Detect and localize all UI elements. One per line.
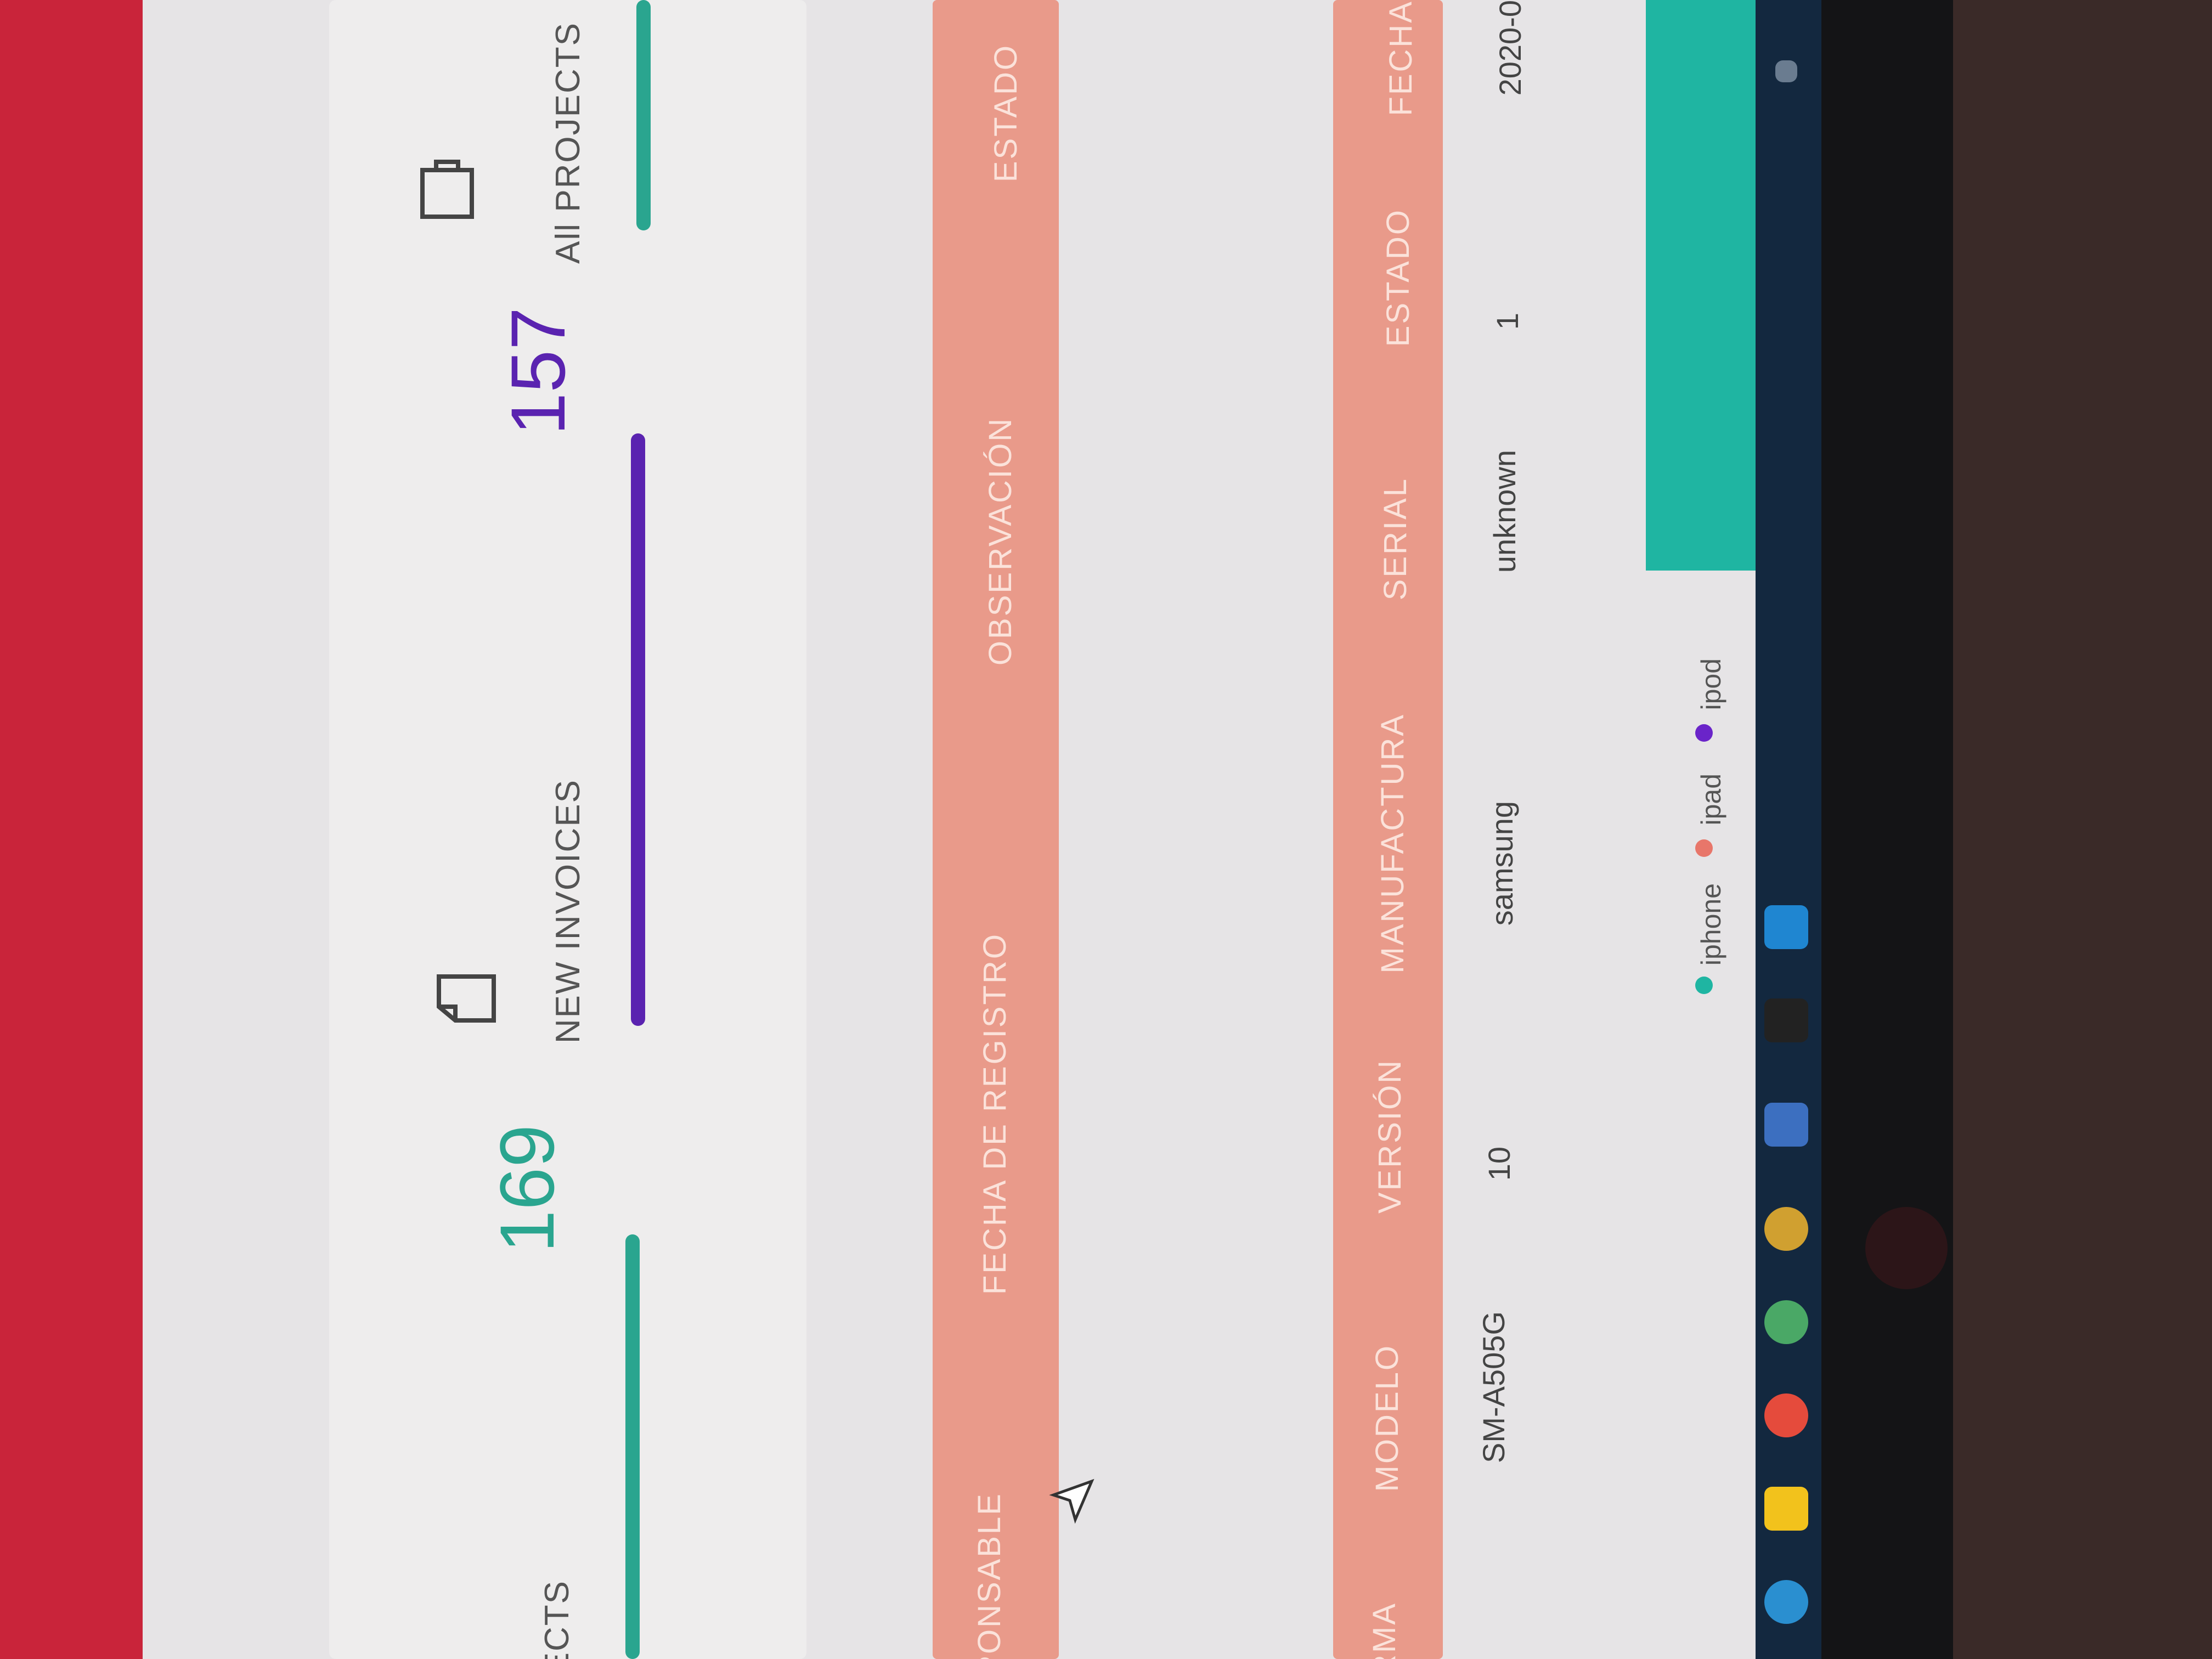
header-estado-2[interactable]: ESTADO (1380, 208, 1417, 347)
cell-manufactura: samsung (1485, 801, 1519, 926)
header-rma[interactable]: RMA (1366, 1602, 1403, 1659)
hp-logo (1865, 1207, 1948, 1289)
edge-icon[interactable] (1764, 1580, 1808, 1624)
card-label-all-projects: All PROJECTS (549, 22, 587, 264)
header-observacion[interactable]: OBSERVACIÓN (982, 417, 1019, 665)
desk-background (1953, 0, 2212, 1659)
card-value-157: 157 (495, 307, 581, 436)
cell-version: 10 (1482, 1147, 1516, 1181)
chrome-icon[interactable] (1764, 1393, 1808, 1437)
header-responsable[interactable]: SPONSABLE (971, 1492, 1008, 1659)
projects-progress-bar (625, 1234, 640, 1659)
header-estado[interactable]: ESTADO (988, 44, 1024, 182)
app-green-icon[interactable] (1764, 1300, 1808, 1344)
system-tray-chevron-icon[interactable] (1775, 60, 1797, 82)
header-fecha-registro[interactable]: FECHA DE REGISTRO (977, 933, 1013, 1295)
header-fecha[interactable]: FECHA (1383, 0, 1419, 116)
card-label-projects-partial: ECTS (538, 1580, 576, 1659)
background-red-wall (0, 0, 148, 1659)
header-manufactura[interactable]: MANUFACTURA (1374, 713, 1411, 973)
cell-fecha: 2020-0 (1493, 0, 1527, 96)
all-projects-progress-bar (636, 0, 651, 230)
top-table-header (933, 0, 1059, 1659)
document-icon (433, 971, 499, 1029)
card-value-169: 169 (484, 1125, 570, 1253)
cell-estado: 1 (1490, 313, 1525, 330)
sticky-notes-icon[interactable] (1764, 1487, 1808, 1531)
header-serial[interactable]: SERIAL (1377, 477, 1414, 600)
legend-iphone[interactable]: iphone (1695, 883, 1727, 966)
invoices-progress-bar (631, 433, 645, 1026)
legend-dot-ipod (1695, 724, 1713, 742)
mouse-cursor-icon (1048, 1476, 1097, 1528)
header-version[interactable]: VERSIÓN (1372, 1059, 1408, 1214)
legend-ipad[interactable]: ipad (1695, 774, 1727, 826)
card-label-new-invoices: NEW INVOICES (549, 779, 587, 1044)
vscode-icon[interactable] (1764, 905, 1808, 949)
bag-icon (417, 154, 477, 222)
legend-dot-ipad (1695, 839, 1713, 857)
remote-desktop-icon[interactable] (1764, 1103, 1808, 1147)
cell-modelo: SM-A505G (1476, 1311, 1511, 1463)
app-multicolor-icon[interactable] (1764, 1207, 1808, 1251)
dashboard-screen: ECTS 169 NEW INVOICES 157 All PROJECTS S… (143, 0, 1756, 1659)
cell-serial: unknown (1487, 450, 1522, 573)
terminal-icon[interactable] (1764, 998, 1808, 1042)
legend-dot-iphone (1695, 977, 1713, 994)
legend-ipod[interactable]: ipod (1695, 658, 1727, 710)
chart-area-teal (1646, 0, 1756, 571)
header-modelo[interactable]: MODELO (1369, 1344, 1406, 1492)
